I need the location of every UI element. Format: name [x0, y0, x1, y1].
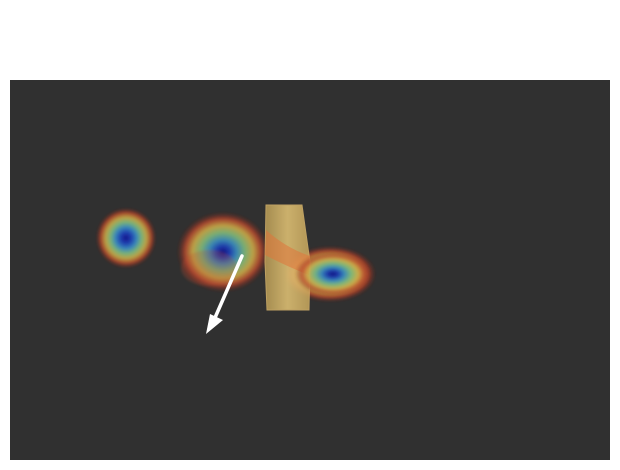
heat-spot-center-tail: [181, 250, 237, 286]
scene-viewport: [10, 80, 610, 460]
scene-canvas: [10, 80, 610, 460]
page: [0, 0, 620, 470]
heat-spot-left: [96, 208, 156, 268]
heat-spot-right-over-object: [295, 252, 371, 296]
